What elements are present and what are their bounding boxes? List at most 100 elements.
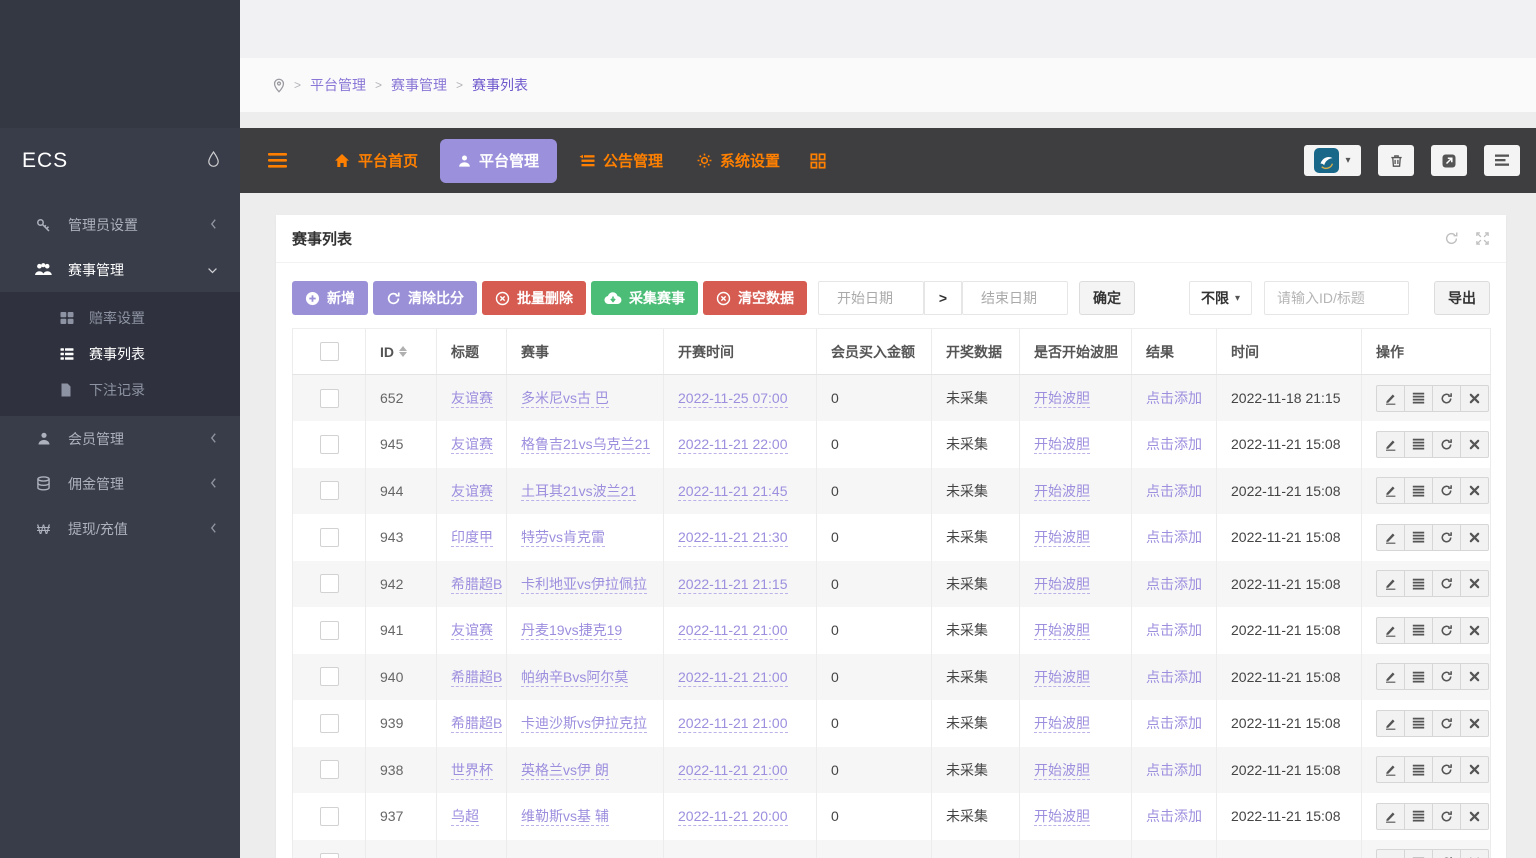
sidebar-item-bet-records[interactable]: 下注记录 (0, 372, 240, 408)
row-bodan-link[interactable]: 开始波胆 (1034, 622, 1090, 640)
refresh-row-button[interactable] (1432, 663, 1461, 690)
row-title-link[interactable]: 友谊赛 (451, 390, 493, 408)
row-title-link[interactable]: 希腊超B (451, 669, 502, 687)
row-title-link[interactable]: 友谊赛 (451, 622, 493, 640)
fullscreen-icon[interactable] (1475, 231, 1490, 246)
row-result-link[interactable]: 点击添加 (1146, 529, 1202, 545)
sidebar-item-match-management[interactable]: 赛事管理 (0, 247, 240, 292)
refresh-row-button[interactable] (1432, 756, 1461, 783)
row-open-time-link[interactable]: 2022-11-21 21:00 (678, 622, 788, 640)
search-input[interactable] (1264, 281, 1409, 315)
confirm-button[interactable]: 确定 (1079, 281, 1135, 315)
delete-row-button[interactable] (1460, 524, 1489, 551)
row-checkbox[interactable] (320, 481, 339, 500)
tab-system-settings[interactable]: 系统设置 (685, 139, 792, 183)
refresh-row-button[interactable] (1432, 477, 1461, 504)
external-link-button[interactable] (1431, 145, 1467, 176)
row-open-time-link[interactable]: 2022-11-21 21:15 (678, 576, 788, 594)
list-detail-button[interactable] (1404, 431, 1433, 458)
row-open-time-link[interactable]: 2022-11-25 07:00 (678, 390, 788, 408)
edit-pen-button[interactable] (1376, 385, 1405, 412)
row-checkbox[interactable] (320, 853, 339, 858)
row-title-link[interactable]: 友谊赛 (451, 483, 493, 501)
delete-row-button[interactable] (1460, 617, 1489, 644)
edit-pen-button[interactable] (1376, 570, 1405, 597)
refresh-row-button[interactable] (1432, 617, 1461, 644)
edit-pen-button[interactable] (1376, 431, 1405, 458)
row-match-link[interactable]: 丹麦19vs捷克19 (521, 622, 622, 640)
row-match-link[interactable]: 卡迪沙斯vs伊拉克拉 (521, 715, 647, 733)
edit-pen-button[interactable] (1376, 663, 1405, 690)
row-title-link[interactable]: 友谊赛 (451, 436, 493, 454)
row-bodan-link[interactable]: 开始波胆 (1034, 390, 1090, 408)
date-range-arrow-button[interactable]: > (924, 281, 962, 315)
row-checkbox[interactable] (320, 435, 339, 454)
row-match-link[interactable]: 卡利地亚vs伊拉佩拉 (521, 576, 647, 594)
row-open-time-link[interactable]: 2022-11-21 22:00 (678, 436, 788, 454)
trash-button[interactable] (1378, 145, 1414, 176)
breadcrumb-link-match-mgmt[interactable]: 赛事管理 (391, 75, 447, 95)
row-checkbox[interactable] (320, 621, 339, 640)
sidebar-item-match-list[interactable]: 赛事列表 (0, 336, 240, 372)
row-result-link[interactable]: 点击添加 (1146, 436, 1202, 452)
refresh-row-button[interactable] (1432, 803, 1461, 830)
export-button[interactable]: 导出 (1434, 281, 1490, 315)
breadcrumb-link-platform[interactable]: 平台管理 (310, 75, 366, 95)
row-result-link[interactable]: 点击添加 (1146, 715, 1202, 731)
row-match-link[interactable]: 多米尼vs古 巴 (521, 390, 609, 408)
row-title-link[interactable]: 乌超 (451, 808, 479, 826)
row-bodan-link[interactable]: 开始波胆 (1034, 483, 1090, 501)
tab-platform-management[interactable]: 平台管理 (440, 139, 557, 183)
delete-row-button[interactable] (1460, 385, 1489, 412)
row-bodan-link[interactable]: 开始波胆 (1034, 436, 1090, 454)
refresh-row-button[interactable] (1432, 431, 1461, 458)
row-checkbox[interactable] (320, 667, 339, 686)
list-detail-button[interactable] (1404, 570, 1433, 597)
row-match-link[interactable]: 帕纳辛Bvs阿尔莫 (521, 669, 628, 687)
row-open-time-link[interactable]: 2022-11-21 20:00 (678, 808, 788, 826)
row-result-link[interactable]: 点击添加 (1146, 762, 1202, 778)
list-detail-button[interactable] (1404, 477, 1433, 504)
list-detail-button[interactable] (1404, 803, 1433, 830)
edit-pen-button[interactable] (1376, 803, 1405, 830)
row-match-link[interactable]: 格鲁吉21vs乌克兰21 (521, 436, 650, 454)
row-open-time-link[interactable]: 2022-11-21 21:45 (678, 483, 788, 501)
sidebar-item-odds-settings[interactable]: 赔率设置 (0, 300, 240, 336)
list-detail-button[interactable] (1404, 710, 1433, 737)
delete-row-button[interactable] (1460, 803, 1489, 830)
list-detail-button[interactable] (1404, 849, 1433, 858)
row-checkbox[interactable] (320, 807, 339, 826)
edit-pen-button[interactable] (1376, 477, 1405, 504)
row-checkbox[interactable] (320, 714, 339, 733)
refresh-row-button[interactable] (1432, 710, 1461, 737)
list-detail-button[interactable] (1404, 617, 1433, 644)
refresh-row-button[interactable] (1432, 524, 1461, 551)
sidebar-item-member-management[interactable]: 会员管理 (0, 416, 240, 461)
row-bodan-link[interactable]: 开始波胆 (1034, 808, 1090, 826)
refresh-icon[interactable] (1444, 231, 1459, 246)
list-detail-button[interactable] (1404, 663, 1433, 690)
delete-row-button[interactable] (1460, 431, 1489, 458)
row-match-link[interactable]: 维勒斯vs基 辅 (521, 808, 609, 826)
edit-pen-button[interactable] (1376, 849, 1405, 858)
sidebar-item-withdraw-deposit[interactable]: ₩ 提现/充值 (0, 506, 240, 551)
row-match-link[interactable]: 土耳其21vs波兰21 (521, 483, 636, 501)
row-title-link[interactable]: 世界杯 (451, 762, 493, 780)
edit-pen-button[interactable] (1376, 756, 1405, 783)
row-match-link[interactable]: 特劳vs肯克雷 (521, 529, 605, 547)
row-result-link[interactable]: 点击添加 (1146, 622, 1202, 638)
row-checkbox[interactable] (320, 528, 339, 547)
delete-row-button[interactable] (1460, 570, 1489, 597)
row-title-link[interactable]: 希腊超B (451, 715, 502, 733)
delete-row-button[interactable] (1460, 710, 1489, 737)
row-open-time-link[interactable]: 2022-11-21 21:30 (678, 529, 788, 547)
list-detail-button[interactable] (1404, 756, 1433, 783)
delete-row-button[interactable] (1460, 663, 1489, 690)
row-title-link[interactable]: 希腊超B (451, 576, 502, 594)
row-result-link[interactable]: 点击添加 (1146, 669, 1202, 685)
list-detail-button[interactable] (1404, 524, 1433, 551)
row-open-time-link[interactable]: 2022-11-21 21:00 (678, 762, 788, 780)
grid-apps-icon[interactable] (810, 153, 826, 169)
select-all-checkbox[interactable] (320, 342, 339, 361)
row-open-time-link[interactable]: 2022-11-21 21:00 (678, 669, 788, 687)
